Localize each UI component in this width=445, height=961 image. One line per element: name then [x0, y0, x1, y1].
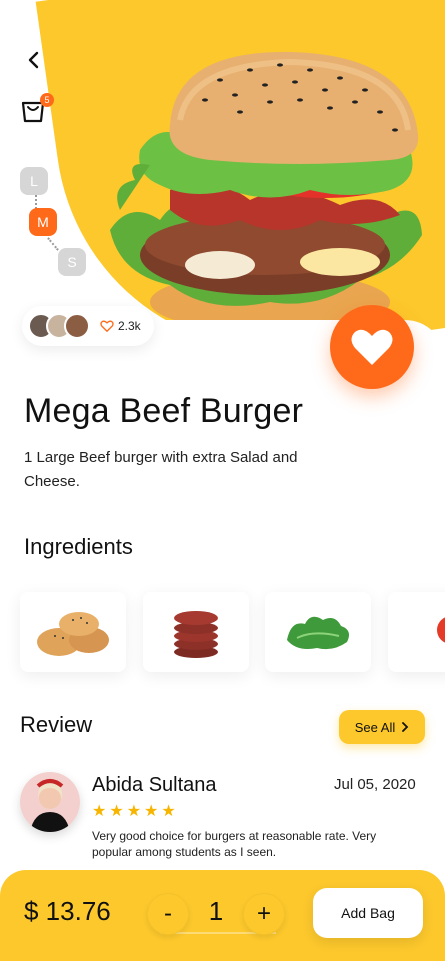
- quantity-value: 1: [208, 896, 224, 926]
- add-bag-button[interactable]: Add Bag: [313, 888, 423, 938]
- reviewer-name: Abida Sultana: [92, 774, 217, 796]
- review-text: Very good choice for burgers at reasonab…: [92, 829, 377, 859]
- product-description: 1 Large Beef burger with extra Salad and…: [24, 449, 298, 490]
- bun-image: [37, 612, 109, 656]
- back-button[interactable]: [18, 44, 50, 76]
- size-option-l[interactable]: L: [20, 167, 48, 195]
- size-option-m[interactable]: M: [29, 208, 57, 236]
- product-title: Mega Beef Burger: [24, 392, 304, 430]
- like-count: 2.3k: [118, 319, 141, 333]
- see-all-label: See All: [354, 719, 396, 735]
- beef-patty-image: [174, 611, 218, 658]
- lettuce-image: [287, 616, 349, 650]
- social-likes[interactable]: 2.3k: [22, 306, 154, 346]
- quantity-increase-button[interactable]: +: [243, 893, 285, 935]
- avatar: [64, 313, 90, 339]
- reviewer-avatar[interactable]: [20, 772, 80, 832]
- review-heading: Review: [20, 712, 93, 737]
- favorite-button[interactable]: [330, 305, 414, 389]
- tomato-image: [437, 617, 445, 643]
- star-icon: ★: [109, 803, 124, 820]
- chevron-right-icon: [402, 722, 409, 732]
- ingredient-card-lettuce[interactable]: [265, 592, 371, 672]
- reviewer-photo: [20, 772, 80, 832]
- heart-filled-icon: [351, 329, 393, 365]
- cart-badge: 5: [40, 93, 54, 107]
- see-all-button[interactable]: See All: [339, 710, 425, 744]
- product-screen: 5 L M S 2.3k Mega Beef Burger 1 Large Be…: [0, 0, 445, 961]
- ingredient-card-bun[interactable]: [20, 592, 126, 672]
- burger-image: [110, 51, 422, 332]
- star-icon: ★: [161, 803, 176, 820]
- rating-stars: ★ ★ ★ ★ ★: [92, 804, 176, 820]
- ingredient-card-patties[interactable]: [143, 592, 249, 672]
- size-option-s[interactable]: S: [58, 248, 86, 276]
- star-icon: ★: [126, 803, 142, 820]
- review-date: Jul 05, 2020: [334, 776, 416, 793]
- ingredient-card-tomato[interactable]: [388, 592, 445, 672]
- heart-outline-icon: [100, 320, 114, 332]
- chevron-left-icon: [28, 51, 39, 69]
- quantity-decrease-button[interactable]: -: [147, 893, 189, 935]
- size-connector: [35, 195, 37, 209]
- star-icon: ★: [144, 803, 159, 820]
- star-icon: ★: [92, 803, 107, 820]
- price: $ 13.76: [24, 896, 111, 926]
- ingredients-heading: Ingredients: [24, 534, 133, 559]
- size-connector: [47, 237, 59, 251]
